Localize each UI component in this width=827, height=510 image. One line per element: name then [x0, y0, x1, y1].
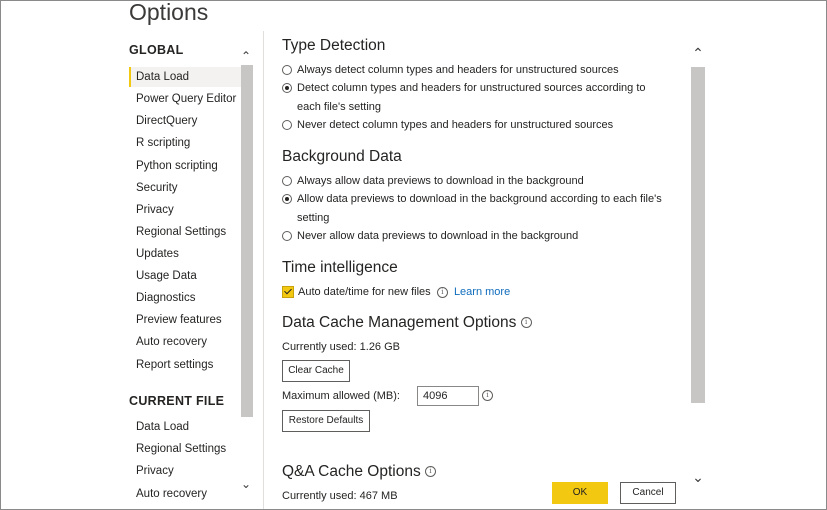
sidebar-item-diagnostics[interactable]: Diagnostics: [129, 288, 244, 308]
info-icon[interactable]: i: [425, 466, 437, 478]
sidebar-item-preview-features[interactable]: Preview features: [129, 310, 244, 330]
qa-cache-heading: Q&A Cache Options i: [282, 463, 437, 481]
options-dialog: Options GLOBAL Data Load Power Query Edi…: [0, 0, 827, 510]
sidebar-item-privacy[interactable]: Privacy: [129, 200, 244, 220]
radio-button-selected[interactable]: [282, 83, 292, 93]
radio-button[interactable]: [282, 120, 292, 130]
info-icon[interactable]: i: [482, 390, 493, 401]
clear-cache-button[interactable]: Clear Cache: [282, 360, 350, 382]
sidebar-item-power-query-editor[interactable]: Power Query Editor: [129, 89, 244, 109]
auto-date-time-label: Auto date/time for new files: [298, 286, 431, 298]
sidebar-item-regional-settings[interactable]: Regional Settings: [129, 222, 244, 242]
learn-more-link[interactable]: Learn more: [454, 286, 510, 298]
chevron-up-icon[interactable]: ⌃: [239, 49, 253, 63]
sidebar-item-data-load[interactable]: Data Load: [129, 67, 244, 87]
cancel-button[interactable]: Cancel: [620, 482, 676, 504]
background-data-option-always[interactable]: Always allow data previews to download i…: [282, 172, 662, 191]
info-icon[interactable]: i: [436, 286, 448, 298]
type-detection-heading: Type Detection: [282, 37, 386, 54]
radio-button[interactable]: [282, 231, 292, 241]
type-detection-option-always[interactable]: Always detect column types and headers f…: [282, 61, 662, 80]
background-data-heading: Background Data: [282, 148, 402, 165]
sidebar-item-security[interactable]: Security: [129, 178, 244, 198]
auto-date-time-checkbox-row[interactable]: Auto date/time for new files i Learn mor…: [282, 283, 662, 302]
chevron-up-icon[interactable]: ⌃: [691, 45, 705, 62]
content-scrollbar[interactable]: ⌃ ⌄: [689, 31, 707, 501]
radio-button-selected[interactable]: [282, 194, 292, 204]
restore-defaults-button[interactable]: Restore Defaults: [282, 410, 370, 432]
type-detection-option-never[interactable]: Never detect column types and headers fo…: [282, 116, 662, 135]
qa-cache-heading-text: Q&A Cache Options: [282, 463, 421, 480]
info-icon[interactable]: i: [520, 317, 532, 329]
sidebar-scrollbar[interactable]: ⌃ ⌄: [239, 31, 253, 501]
global-heading: GLOBAL: [129, 43, 184, 57]
settings-panel: Type Detection Always detect column type…: [264, 31, 684, 509]
sidebar-item-current-data-load[interactable]: Data Load: [129, 417, 244, 437]
auto-date-time-checkbox[interactable]: [282, 286, 294, 298]
data-cache-heading-text: Data Cache Management Options: [282, 314, 517, 331]
chevron-down-icon[interactable]: ⌄: [239, 477, 253, 491]
type-detection-option-per-file[interactable]: Detect column types and headers for unst…: [282, 79, 662, 116]
sidebar-item-current-auto-recovery[interactable]: Auto recovery: [129, 484, 244, 504]
ok-button[interactable]: OK: [552, 482, 608, 504]
sidebar-scroll-thumb[interactable]: [241, 65, 253, 417]
content-scroll-thumb[interactable]: [691, 67, 705, 403]
sidebar-item-current-regional-settings[interactable]: Regional Settings: [129, 439, 244, 459]
page-title: Options: [129, 0, 209, 25]
sidebar-item-auto-recovery[interactable]: Auto recovery: [129, 332, 244, 352]
data-cache-currently-used: Currently used: 1.26 GB: [282, 341, 401, 353]
sidebar-item-directquery[interactable]: DirectQuery: [129, 111, 244, 131]
sidebar: GLOBAL Data Load Power Query Editor Dire…: [120, 31, 256, 509]
chevron-down-icon[interactable]: ⌄: [691, 469, 705, 486]
radio-button[interactable]: [282, 176, 292, 186]
sidebar-item-r-scripting[interactable]: R scripting: [129, 133, 244, 153]
background-data-option-per-file[interactable]: Allow data previews to download in the b…: [282, 190, 662, 227]
background-data-option-never[interactable]: Never allow data previews to download in…: [282, 227, 662, 246]
sidebar-item-usage-data[interactable]: Usage Data: [129, 266, 244, 286]
sidebar-item-current-privacy[interactable]: Privacy: [129, 461, 244, 481]
max-allowed-label: Maximum allowed (MB):: [282, 390, 400, 402]
sidebar-item-updates[interactable]: Updates: [129, 244, 244, 264]
qa-cache-currently-used: Currently used: 467 MB: [282, 490, 398, 502]
sidebar-item-python-scripting[interactable]: Python scripting: [129, 156, 244, 176]
current-file-heading: CURRENT FILE: [129, 394, 225, 408]
data-cache-heading: Data Cache Management Options i: [282, 314, 532, 332]
max-allowed-input[interactable]: 4096: [417, 386, 479, 406]
sidebar-item-report-settings[interactable]: Report settings: [129, 355, 244, 375]
time-intelligence-heading: Time intelligence: [282, 259, 398, 276]
radio-button[interactable]: [282, 65, 292, 75]
